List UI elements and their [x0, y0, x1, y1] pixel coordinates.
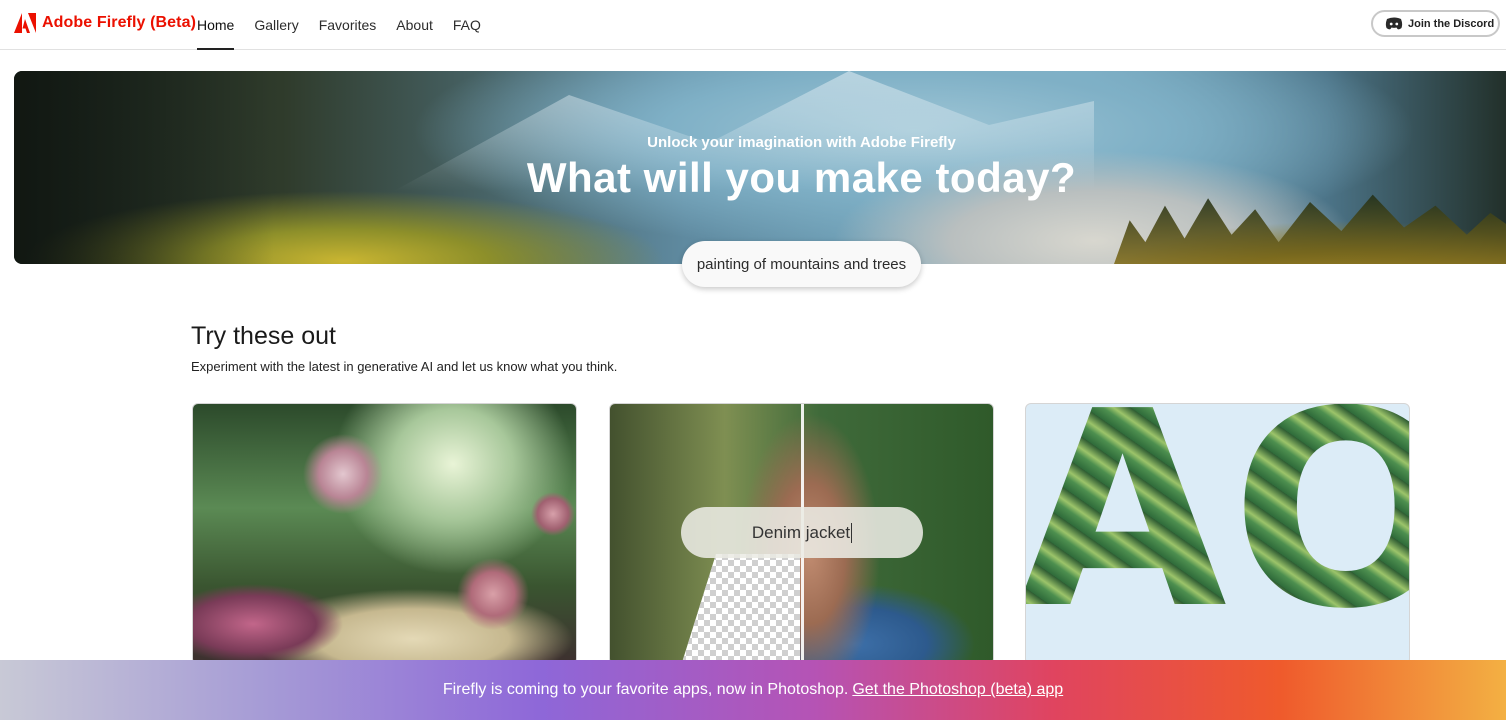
top-navigation-bar: Adobe Firefly (Beta) Home Gallery Favori… — [0, 0, 1506, 50]
section-subtitle: Experiment with the latest in generative… — [191, 359, 618, 374]
join-discord-label: Join the Discord — [1408, 17, 1495, 30]
fantasy-garden-card[interactable] — [192, 403, 577, 665]
hero-subtitle: Unlock your imagination with Adobe Firef… — [647, 134, 956, 151]
hero-banner-image: Unlock your imagination with Adobe Firef… — [14, 71, 1506, 264]
promo-text: Firefly is coming to your favorite apps,… — [442, 681, 849, 698]
nav-faq[interactable]: FAQ — [453, 0, 481, 50]
get-photoshop-beta-link[interactable]: Get the Photoshop (beta) app — [852, 681, 1063, 699]
hero-prompt-button[interactable]: painting of mountains and trees — [682, 241, 921, 287]
main-nav: Home Gallery Favorites About FAQ — [197, 0, 501, 50]
adobe-logo-icon — [14, 13, 36, 33]
hero-title: What will you make today? — [526, 154, 1077, 201]
nav-home[interactable]: Home — [197, 0, 235, 50]
transparency-checkerboard — [680, 554, 800, 664]
nav-favorites[interactable]: Favorites — [319, 0, 377, 50]
discord-icon — [1385, 17, 1403, 30]
leafy-letter-o: O — [1231, 404, 1409, 646]
section-title: Try these out — [191, 322, 336, 350]
nav-gallery[interactable]: Gallery — [254, 0, 298, 50]
join-discord-button[interactable]: Join the Discord — [1371, 10, 1500, 37]
generative-fill-prompt-text: Denim jacket — [751, 522, 851, 542]
text-effects-card[interactable]: A O — [1025, 403, 1410, 665]
brand-name: Adobe Firefly (Beta) — [42, 14, 197, 31]
generative-fill-prompt: Denim jacket — [681, 507, 923, 558]
nav-about[interactable]: About — [396, 0, 433, 50]
leafy-letter-a: A — [1026, 404, 1227, 646]
text-cursor — [851, 522, 853, 543]
brand[interactable]: Adobe Firefly (Beta) — [14, 13, 196, 33]
generative-fill-card[interactable]: Denim jacket — [609, 403, 994, 665]
photoshop-promo-banner: Firefly is coming to your favorite apps,… — [0, 660, 1506, 720]
